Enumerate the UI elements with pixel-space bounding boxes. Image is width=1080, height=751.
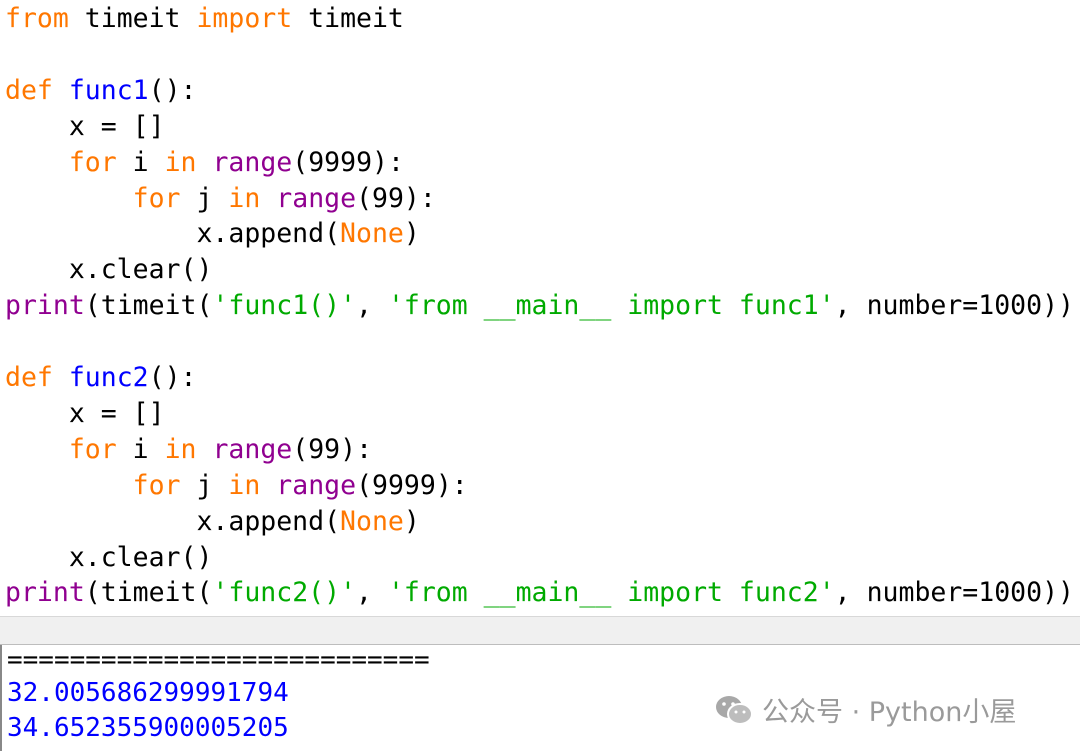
code-line: print(timeit('func2()', 'from __main__ i… xyxy=(5,575,1074,611)
result-func2: 34.652355900005205 xyxy=(7,713,289,743)
token-plain: j xyxy=(180,469,229,501)
token-plain: x = [] xyxy=(5,110,165,142)
token-keyword: def xyxy=(5,74,53,106)
code-editor[interactable]: from timeit import timeit def func1(): x … xyxy=(0,0,1080,616)
token-builtin: print xyxy=(5,290,85,322)
token-keyword: None xyxy=(340,505,404,537)
token-keyword: for xyxy=(132,182,181,214)
code-line: x.clear() xyxy=(5,252,213,288)
token-builtin: range xyxy=(276,182,357,214)
wechat-icon xyxy=(716,695,753,725)
token-plain: x.append( xyxy=(5,505,341,537)
token-plain: , number=1000)) xyxy=(834,577,1074,609)
token-plain: x = [] xyxy=(5,397,165,429)
token-plain: x.append( xyxy=(5,218,341,250)
token-string: 'func1()' xyxy=(212,290,357,322)
code-line: def func2(): xyxy=(5,360,197,396)
token-plain: , xyxy=(356,290,388,322)
token-keyword: in xyxy=(164,433,197,465)
token-plain: (): xyxy=(148,74,197,106)
token-keyword: import xyxy=(196,3,293,34)
token-plain: j xyxy=(180,182,229,214)
token-defname: func1 xyxy=(68,74,149,106)
code-line: x.append(None) xyxy=(5,216,420,252)
token-plain: , xyxy=(356,577,388,609)
token-plain: (): xyxy=(148,362,197,393)
code-line: print(timeit('func1()', 'from __main__ i… xyxy=(5,288,1074,324)
token-plain: (99): xyxy=(292,433,373,465)
token-plain: (99): xyxy=(356,182,436,214)
token-plain: x.clear() xyxy=(5,254,213,286)
token-defname: func2 xyxy=(68,362,149,393)
code-line: for i in range(9999): xyxy=(5,145,404,181)
token-keyword: in xyxy=(228,469,261,501)
token-keyword: None xyxy=(340,218,404,250)
token-keyword: in xyxy=(164,146,197,178)
token-builtin: range xyxy=(212,433,293,465)
token-plain: (9999): xyxy=(356,469,468,501)
token-keyword: for xyxy=(68,433,117,465)
token-plain: ) xyxy=(403,505,420,537)
token-plain: timeit xyxy=(292,3,404,34)
token-plain: i xyxy=(116,146,165,178)
token-plain: (timeit( xyxy=(84,290,213,322)
token-keyword: from xyxy=(5,3,69,34)
token-builtin: range xyxy=(276,469,357,501)
token-plain: timeit xyxy=(68,3,197,34)
code-line: x.clear() xyxy=(5,540,213,576)
token-keyword: def xyxy=(5,362,53,393)
token-plain: x.clear() xyxy=(5,541,213,573)
token-plain: i xyxy=(116,433,165,465)
code-line: x.append(None) xyxy=(5,504,420,540)
restart-separator: =========================== xyxy=(7,645,430,675)
token-plain: (timeit( xyxy=(84,577,213,609)
code-line: x = [] xyxy=(5,109,165,145)
token-keyword: in xyxy=(228,182,261,214)
token-plain: ) xyxy=(403,218,420,250)
token-builtin: print xyxy=(5,577,85,609)
token-string: 'from __main__ import func2' xyxy=(387,577,835,609)
token-builtin: range xyxy=(212,146,293,178)
watermark-text: 公众号 · Python小屋 xyxy=(762,697,1017,728)
token-plain: (9999): xyxy=(292,146,404,178)
token-keyword: for xyxy=(132,469,181,501)
code-line: from timeit import timeit xyxy=(5,1,404,37)
code-line: x = [] xyxy=(5,396,165,432)
token-string: 'from __main__ import func1' xyxy=(387,290,835,322)
code-line: def func1(): xyxy=(5,73,197,109)
code-line: for i in range(99): xyxy=(5,432,372,468)
token-plain: , number=1000)) xyxy=(834,290,1074,322)
result-func1: 32.005686299991794 xyxy=(7,678,289,708)
watermark: 公众号 · Python小屋 xyxy=(714,690,1016,729)
code-line: for j in range(99): xyxy=(5,181,436,217)
code-line: for j in range(9999): xyxy=(5,468,468,504)
token-string: 'func2()' xyxy=(212,577,357,609)
token-keyword: for xyxy=(68,146,117,178)
pane-divider[interactable] xyxy=(0,616,1080,646)
